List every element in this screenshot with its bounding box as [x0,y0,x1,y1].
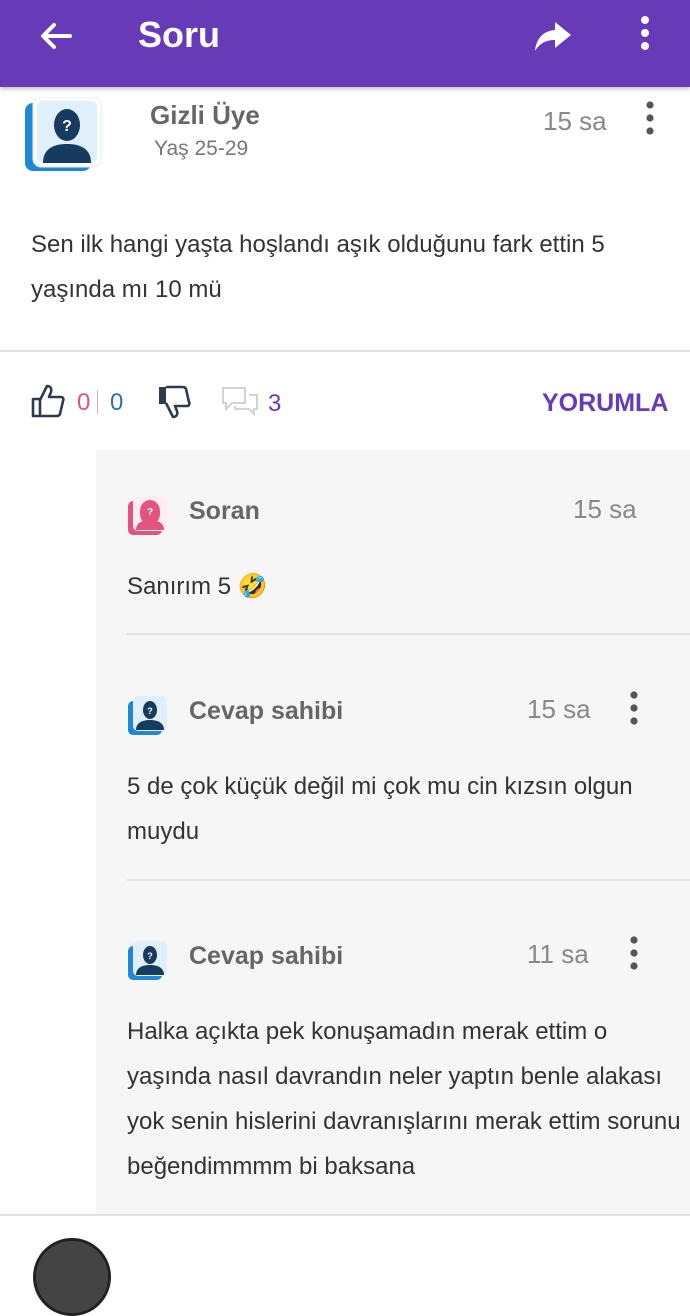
avatar[interactable] [33,1238,111,1316]
app-bar: Soru [0,0,690,87]
thumbs-up-icon[interactable] [30,383,66,419]
comment-button[interactable]: YORUMLA [542,389,668,418]
author-age: Yaş 25-29 [154,137,249,160]
svg-text:?: ? [147,951,153,961]
question-text: Sen ilk hangi yaşta hoşlandı aşık olduğu… [31,231,605,303]
page-title: Soru [138,14,221,55]
divider [0,350,690,352]
comment-time: 11 sa [527,939,589,969]
comment-icon[interactable] [221,386,259,416]
author-name[interactable]: Gizli Üye [150,100,260,131]
more-vertical-icon[interactable] [624,691,644,727]
more-vertical-icon[interactable] [624,936,644,972]
male-avatar-icon[interactable]: ? [127,940,169,982]
count-separator [97,390,98,414]
share-icon[interactable] [533,16,573,56]
thumbs-down-icon[interactable] [156,384,192,420]
arrow-left-icon[interactable] [36,16,76,56]
comment-author[interactable]: Cevap sahibi [189,697,343,726]
divider [0,1214,690,1216]
comment-count: 3 [268,390,282,417]
question-time: 15 sa [543,106,607,136]
comment-text: Halka açıkta pek konuşamadın merak ettim… [127,1018,681,1180]
avatar[interactable]: ? [23,97,103,175]
female-avatar-icon[interactable]: ? [127,495,169,537]
divider [127,879,690,881]
comment-author[interactable]: Soran [189,497,260,526]
comment-text: Sanırım 5 🤣 [127,573,268,600]
divider [127,633,690,635]
comment-author[interactable]: Cevap sahibi [189,942,343,971]
svg-text:?: ? [62,118,72,135]
comment-text: 5 de çok küçük değil mi çok mu cin kızsı… [127,773,633,845]
male-avatar-icon[interactable]: ? [127,695,169,737]
comment-time: 15 sa [573,494,637,524]
comment-time: 15 sa [527,694,591,724]
svg-text:?: ? [147,706,153,716]
more-vertical-icon[interactable] [640,101,660,137]
dislike-count: 0 [110,389,124,416]
more-vertical-icon[interactable] [630,14,660,54]
like-count: 0 [77,389,91,416]
svg-text:?: ? [147,507,153,518]
